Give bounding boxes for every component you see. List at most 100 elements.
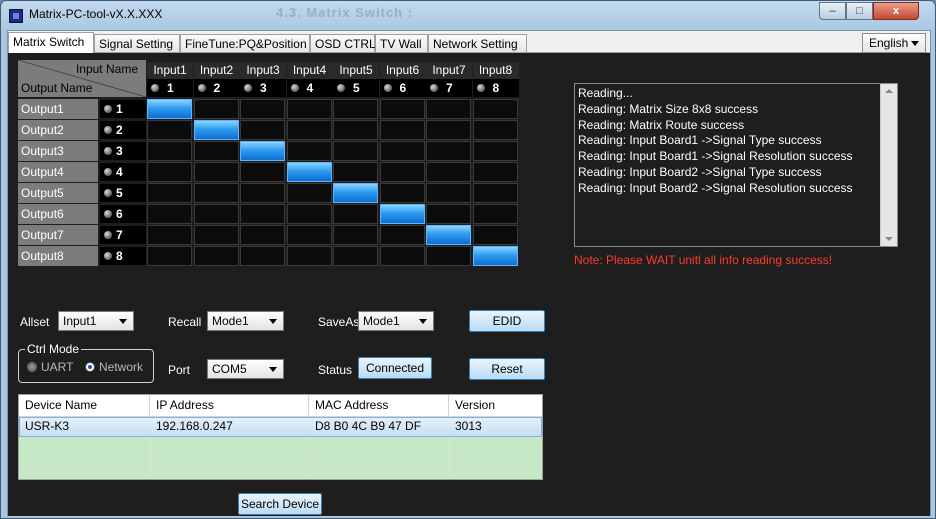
route-cell[interactable]: [240, 204, 285, 224]
route-cell[interactable]: [286, 246, 332, 266]
route-cell[interactable]: [193, 99, 239, 119]
input-header-2[interactable]: Input2 2: [193, 60, 240, 97]
route-cell[interactable]: [426, 246, 471, 266]
route-cell[interactable]: [426, 162, 471, 182]
route-cell[interactable]: [240, 120, 285, 140]
input-header-1[interactable]: Input1 1: [147, 60, 193, 97]
route-cell[interactable]: [193, 183, 239, 203]
maximize-button[interactable]: □: [846, 2, 873, 20]
route-cell[interactable]: [426, 204, 471, 224]
route-cell[interactable]: [286, 120, 332, 140]
route-cell[interactable]: [426, 141, 471, 161]
output-header-1[interactable]: Output1 1: [18, 99, 146, 119]
scroll-down-icon[interactable]: [885, 237, 893, 241]
route-cell[interactable]: [240, 141, 285, 161]
tab-tv-wall[interactable]: TV Wall: [375, 34, 428, 53]
route-cell[interactable]: [333, 120, 378, 140]
route-cell[interactable]: [193, 225, 239, 245]
uart-radio[interactable]: [27, 362, 37, 372]
output-header-4[interactable]: Output4 4: [18, 162, 146, 182]
scroll-up-icon[interactable]: [885, 89, 893, 93]
output-header-2[interactable]: Output2 2: [18, 120, 146, 140]
route-cell[interactable]: [472, 99, 518, 119]
route-cell[interactable]: [286, 225, 332, 245]
output-header-3[interactable]: Output3 3: [18, 141, 146, 161]
route-cell[interactable]: [379, 141, 425, 161]
input-header-5[interactable]: Input5 5: [333, 60, 379, 97]
route-cell[interactable]: [333, 246, 378, 266]
search-device-button[interactable]: Search Device: [238, 493, 322, 515]
tab-osd-ctrl[interactable]: OSD CTRL: [310, 34, 376, 53]
route-cell[interactable]: [379, 99, 425, 119]
route-cell[interactable]: [193, 120, 239, 140]
route-cell[interactable]: [147, 120, 192, 140]
tab-network-setting[interactable]: Network Setting: [428, 34, 527, 53]
route-cell[interactable]: [240, 162, 285, 182]
route-cell[interactable]: [333, 162, 378, 182]
language-select[interactable]: English: [862, 33, 926, 53]
input-header-7[interactable]: Input7 7: [426, 60, 472, 97]
input-header-3[interactable]: Input3 3: [240, 60, 286, 97]
output-header-5[interactable]: Output5 5: [18, 183, 146, 203]
route-cell[interactable]: [147, 246, 192, 266]
route-cell[interactable]: [286, 99, 332, 119]
output-header-6[interactable]: Output6 6: [18, 204, 146, 224]
route-cell[interactable]: [426, 225, 471, 245]
input-header-4[interactable]: Input4 4: [286, 60, 333, 97]
route-cell[interactable]: [472, 204, 518, 224]
route-cell[interactable]: [193, 162, 239, 182]
route-cell[interactable]: [193, 141, 239, 161]
route-cell[interactable]: [379, 204, 425, 224]
allset-select[interactable]: Input1: [58, 311, 134, 331]
route-cell[interactable]: [333, 225, 378, 245]
close-button[interactable]: x: [873, 2, 919, 20]
route-cell[interactable]: [472, 162, 518, 182]
route-cell[interactable]: [379, 162, 425, 182]
route-cell[interactable]: [240, 225, 285, 245]
route-cell[interactable]: [379, 120, 425, 140]
route-cell[interactable]: [333, 183, 378, 203]
tab-signal-setting[interactable]: Signal Setting: [94, 34, 180, 53]
route-cell[interactable]: [379, 183, 425, 203]
route-cell[interactable]: [147, 204, 192, 224]
log-scrollbar[interactable]: [880, 84, 897, 246]
route-cell[interactable]: [426, 120, 471, 140]
reset-button[interactable]: Reset: [469, 358, 545, 380]
route-cell[interactable]: [147, 183, 192, 203]
route-cell[interactable]: [286, 162, 332, 182]
route-cell[interactable]: [472, 120, 518, 140]
route-cell[interactable]: [193, 204, 239, 224]
network-radio[interactable]: [85, 362, 95, 372]
route-cell[interactable]: [472, 246, 518, 266]
route-cell[interactable]: [379, 225, 425, 245]
route-cell[interactable]: [240, 246, 285, 266]
route-cell[interactable]: [333, 204, 378, 224]
route-cell[interactable]: [240, 183, 285, 203]
tab-matrix-switch[interactable]: Matrix Switch: [8, 32, 94, 53]
tab-finetune[interactable]: FineTune:PQ&Position: [180, 34, 310, 53]
route-cell[interactable]: [333, 141, 378, 161]
route-cell[interactable]: [472, 141, 518, 161]
route-cell[interactable]: [286, 204, 332, 224]
route-cell[interactable]: [426, 183, 471, 203]
route-cell[interactable]: [286, 183, 332, 203]
minimize-button[interactable]: –: [819, 2, 846, 20]
saveas-select[interactable]: Mode1: [358, 311, 434, 331]
route-cell[interactable]: [286, 141, 332, 161]
input-header-6[interactable]: Input6 6: [379, 60, 426, 97]
route-cell[interactable]: [193, 246, 239, 266]
route-cell[interactable]: [333, 99, 378, 119]
port-select[interactable]: COM5: [207, 359, 284, 379]
route-cell[interactable]: [147, 141, 192, 161]
route-cell[interactable]: [147, 99, 192, 119]
output-header-8[interactable]: Output8 8: [18, 246, 146, 266]
route-cell[interactable]: [147, 225, 192, 245]
route-cell[interactable]: [379, 246, 425, 266]
route-cell[interactable]: [240, 99, 285, 119]
recall-select[interactable]: Mode1: [207, 311, 284, 331]
output-header-7[interactable]: Output7 7: [18, 225, 146, 245]
route-cell[interactable]: [147, 162, 192, 182]
route-cell[interactable]: [426, 99, 471, 119]
route-cell[interactable]: [472, 225, 518, 245]
input-header-8[interactable]: Input8 8: [472, 60, 519, 97]
